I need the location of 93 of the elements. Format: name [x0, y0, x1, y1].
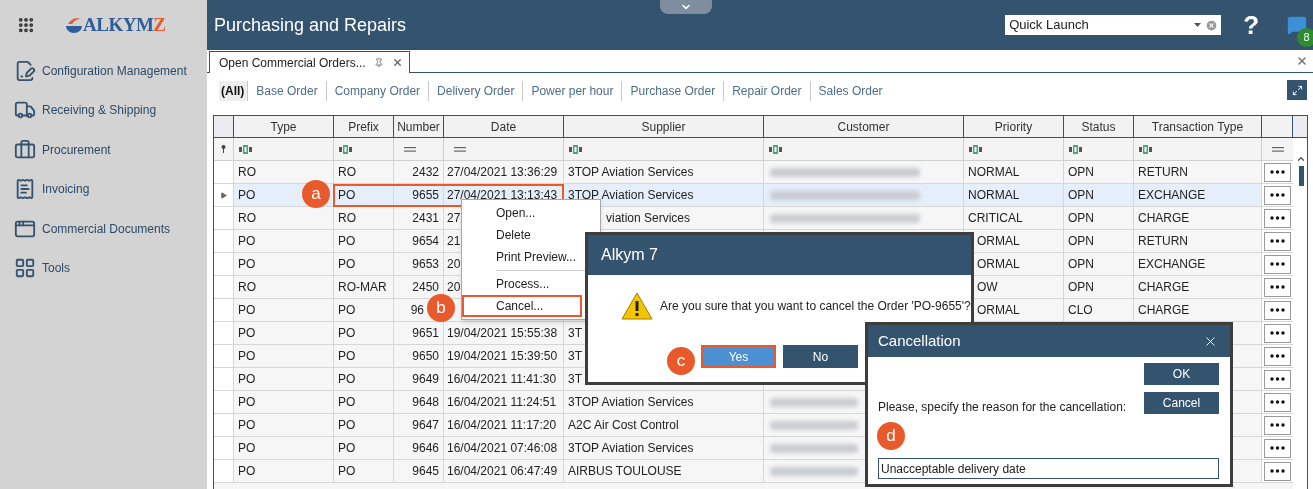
table-cell-text: 9651 — [412, 325, 439, 342]
table-cell-text: PO — [238, 463, 256, 480]
table-cell-text: 19/04/2021 15:55:38 — [447, 325, 558, 342]
table-cell-text: 2450 — [412, 279, 439, 296]
table-cell-text: 16/04/2021 11:41:30 — [447, 371, 557, 388]
table-cell-text: RO-MAR — [338, 279, 387, 296]
table-cell-text: PO — [238, 371, 256, 388]
table-cell-text: PO — [338, 302, 356, 319]
table-cell-text: PO — [238, 394, 256, 411]
table-cell-text: PO — [238, 417, 256, 434]
table-cell-text: OPN — [1068, 187, 1094, 204]
table-cell-text: EXCHANGE — [1138, 187, 1206, 204]
table-cell-text: 21 — [447, 233, 461, 250]
table-cell-text: A2C Air Cost Control — [568, 417, 679, 434]
table-cell-text: 3T — [568, 371, 582, 388]
table-cell-text: RO — [238, 210, 256, 227]
table-cell-text: OPN — [1068, 210, 1094, 227]
dialog-message: Are you sure that you want to cancel the Order 'PO-9655'? — [660, 298, 971, 315]
table-cell-text: RETURN — [1138, 233, 1188, 250]
table-cell-text: PO — [238, 233, 256, 250]
table-cell-text: RETURN — [1138, 164, 1188, 181]
table-cell-text: PO — [238, 440, 256, 457]
table-cell-text: PO — [338, 187, 356, 204]
table-cell-text: PO — [338, 233, 356, 250]
table-cell-text: CHARGE — [1138, 210, 1190, 227]
table-cell-text: 16/04/2021 11:24:51 — [447, 394, 557, 411]
table-cell-text: PO — [338, 417, 356, 434]
table-cell-text: RO — [338, 164, 356, 181]
table-cell-text: CHARGE — [1138, 302, 1190, 319]
page-title: Purchasing and Repairs — [214, 13, 407, 37]
table-cell-text: 9653 — [412, 256, 439, 273]
table-cell-text: NORMAL — [968, 187, 1020, 204]
table-cell-text: 9649 — [412, 371, 439, 388]
table-cell-text: PO — [238, 325, 256, 342]
table-cell-text: ORMAL — [977, 256, 1020, 273]
table-cell-text: 16/04/2021 06:47:49 — [447, 463, 558, 480]
table-cell-text: 16/04/2021 07:46:08 — [447, 440, 558, 457]
table-cell-text: ORMAL — [977, 302, 1020, 319]
table-cell-text: 9654 — [412, 233, 439, 250]
table-cell-text: PO — [338, 394, 356, 411]
table-cell-text: 27/04/2021 13:36:29 — [447, 164, 558, 181]
table-cell-text: PO — [338, 348, 356, 365]
table-cell-text: OPN — [1068, 256, 1094, 273]
table-cell-text: RO — [338, 210, 356, 227]
table-cell-text: 2432 — [412, 164, 439, 181]
table-cell-text: 9645 — [412, 463, 439, 480]
table-cell-text: 20 — [447, 279, 461, 296]
table-cell-text: NORMAL — [968, 164, 1020, 181]
table-cell-text: 27 — [447, 210, 461, 227]
table-cell-text: PO — [338, 256, 356, 273]
table-cell-text: ORMAL — [977, 233, 1020, 250]
table-cell-text: 3T — [568, 325, 582, 342]
table-cell-text: OPN — [1068, 233, 1094, 250]
dialog-title-bar: Alkym 7 — [588, 235, 971, 275]
table-cell-text: 9650 — [412, 348, 439, 365]
table-cell-text: viation Services — [606, 210, 691, 227]
logo-text: ALKYMZ — [83, 12, 166, 37]
table-cell-text: PO — [338, 440, 356, 457]
table-cell-text: 96 — [410, 302, 424, 319]
reason-prompt: Please, specify the reason for the cancellation: — [878, 399, 1127, 416]
table-cell-text: PO — [238, 302, 256, 319]
table-cell-text: EXCHANGE — [1138, 256, 1206, 273]
table-cell-text: PO — [338, 325, 356, 342]
table-cell-text: PO — [238, 348, 256, 365]
table-cell-text: RO — [238, 279, 256, 296]
table-cell-text: 9647 — [412, 417, 439, 434]
table-cell-text: CRITICAL — [968, 210, 1023, 227]
table-cell-text: 19/04/2021 15:39:50 — [447, 348, 558, 365]
table-cell-text: 9655 — [412, 187, 439, 204]
table-cell-text: RO — [238, 164, 256, 181]
table-cell-text: 9646 — [412, 440, 439, 457]
table-cell-text: PO — [238, 256, 256, 273]
table-cell-text: PO — [238, 187, 256, 204]
table-cell-text: 3TOP Aviation Services — [568, 394, 694, 411]
table-cell-text: 9648 — [412, 394, 439, 411]
table-cell-text: 27/04/2021 13:13:43 — [447, 187, 558, 204]
table-cell-text: AIRBUS TOULOUSE — [568, 463, 682, 480]
table-cell-text: OPN — [1068, 164, 1094, 181]
table-cell-text: 20 — [447, 256, 461, 273]
dialog-title-bar: Cancellation — [868, 325, 1230, 357]
table-cell-text: 3TOP Aviation Services — [568, 440, 694, 457]
table-cell-text: CLO — [1068, 302, 1093, 319]
table-cell-text: 3TOP Aviation Services — [568, 187, 694, 204]
table-cell-text: 2431 — [412, 210, 439, 227]
notification-badge: 8 — [1297, 28, 1313, 47]
table-cell-text: PO — [338, 371, 356, 388]
table-cell-text: OW — [977, 279, 998, 296]
table-cell-text: 3T — [568, 348, 582, 365]
table-cell-text: 16/04/2021 11:17:20 — [447, 417, 557, 434]
table-cell-text: PO — [338, 463, 356, 480]
table-cell-text: OPN — [1068, 279, 1094, 296]
table-cell-text: 3TOP Aviation Services — [568, 164, 694, 181]
table-cell-text: CHARGE — [1138, 279, 1190, 296]
